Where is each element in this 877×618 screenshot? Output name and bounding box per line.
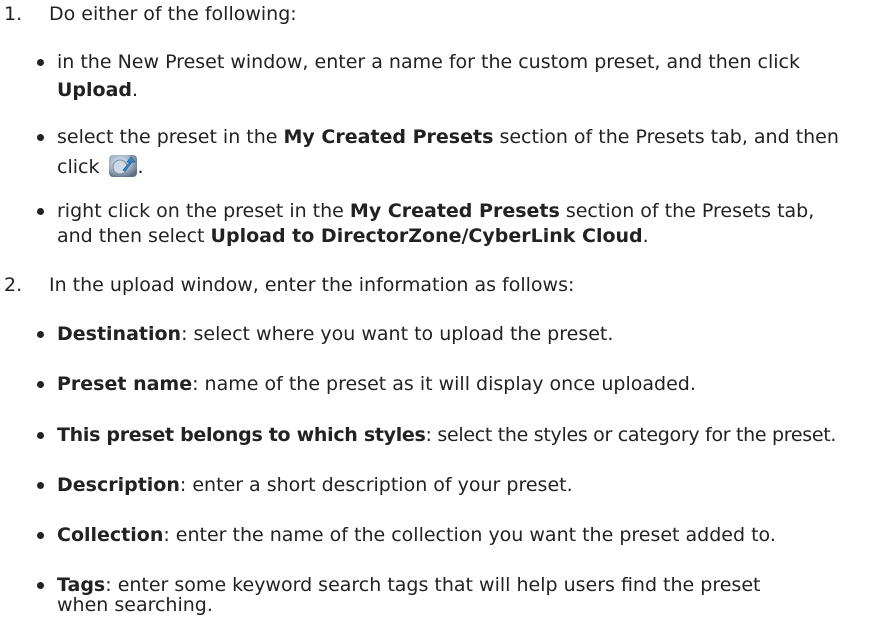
bullet-icon [37,381,44,388]
field-styles: This preset belongs to which styles: sel… [57,424,837,446]
option-2-line-1: select the preset in the My Created Pres… [57,126,839,148]
bullet-icon [37,482,44,489]
step-number: 2. [4,274,23,296]
bullet-icon [37,532,44,539]
field-destination: Destination: select where you want to up… [57,323,614,345]
field-description: Description: enter a short description o… [57,474,573,496]
bullet-icon [37,134,44,141]
bullet-icon [37,59,44,66]
field-preset-name: Preset name: name of the preset as it wi… [57,373,696,395]
step-text: Do either of the following: [49,3,297,25]
option-1-line-1: in the New Preset window, enter a name f… [57,51,800,73]
step-text: In the upload window, enter the informat… [49,274,575,296]
upload-preset-icon[interactable] [108,154,138,178]
bullet-icon [37,582,44,589]
option-3-line-2: and then select Upload to DirectorZone/C… [57,225,649,247]
bullet-icon [37,331,44,338]
step-number: 1. [4,3,23,25]
bullet-icon [37,432,44,439]
bullet-icon [37,208,44,215]
option-2-line-2: click . [57,154,144,178]
field-collection: Collection: enter the name of the collec… [57,524,776,546]
option-3-line-1: right click on the preset in the My Crea… [57,200,815,222]
field-tags-line-2: when searching. [57,594,213,616]
option-1-line-2: Upload. [57,79,139,101]
